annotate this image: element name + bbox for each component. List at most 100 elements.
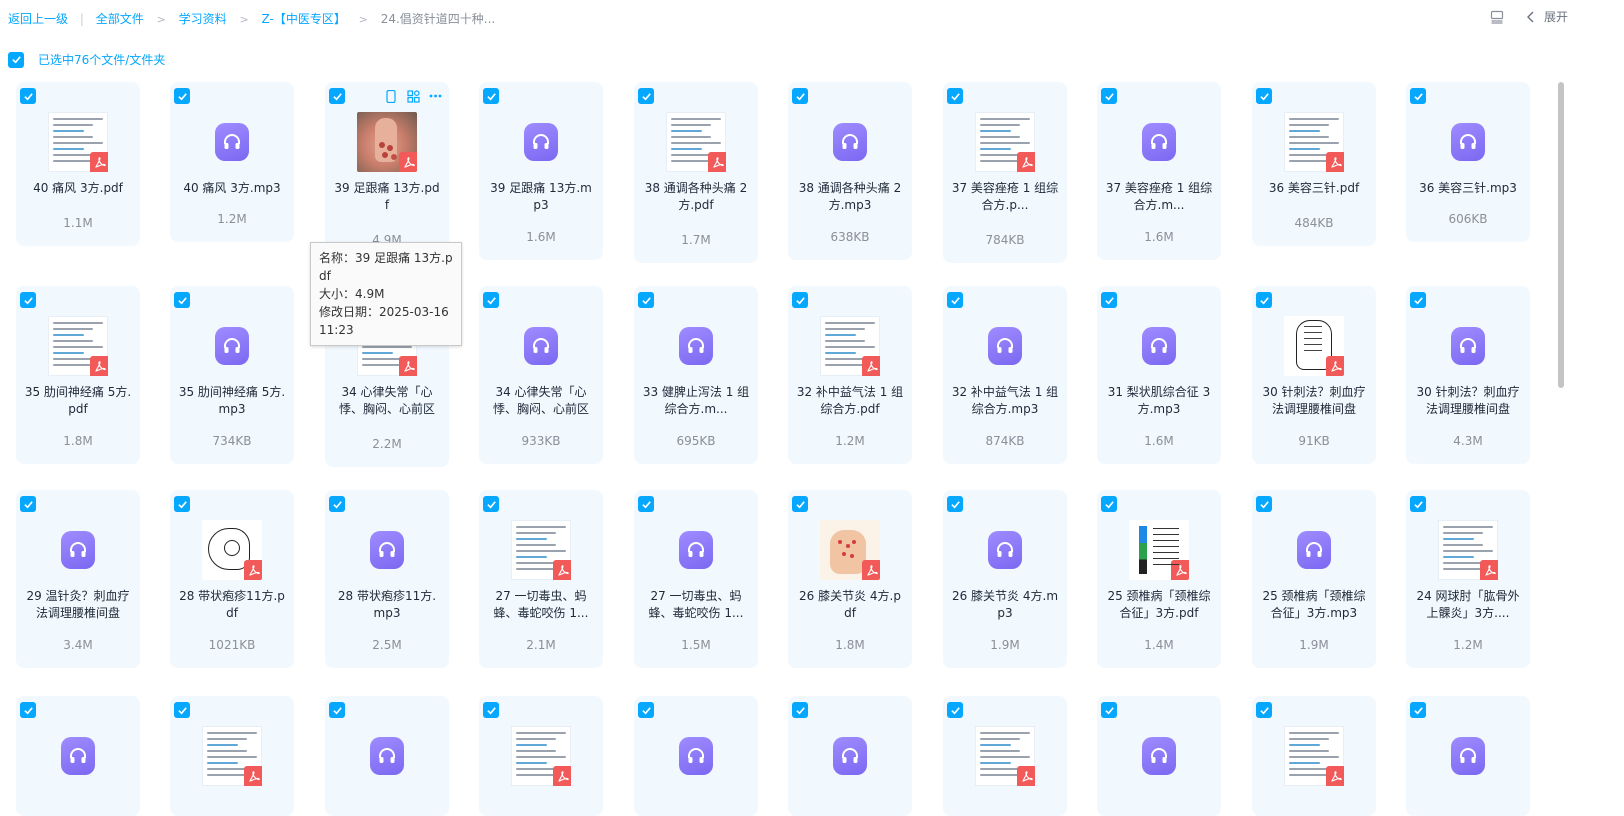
file-card[interactable]: 26 膝关节炎 4方.mp3 1.9M [943,490,1067,668]
file-checkbox[interactable] [174,292,190,308]
file-checkbox[interactable] [792,292,808,308]
file-checkbox[interactable] [483,496,499,512]
file-checkbox[interactable] [174,496,190,512]
file-checkbox[interactable] [174,88,190,104]
file-checkbox[interactable] [638,702,654,718]
file-size: 91KB [1298,434,1330,448]
file-card[interactable] [16,696,140,816]
file-card[interactable]: 37 美容痤疮 1 组综合方.p... 784KB [943,82,1067,263]
file-card[interactable]: 30 针刺法？刺血疗法调理腰椎间盘 91KB [1252,286,1376,464]
file-checkbox[interactable] [947,496,963,512]
file-checkbox[interactable] [1256,292,1272,308]
file-checkbox[interactable] [20,292,36,308]
file-checkbox[interactable] [20,702,36,718]
file-checkbox[interactable] [483,702,499,718]
more-icon[interactable] [427,88,443,104]
file-card[interactable]: 27 一切毒虫、蚂蜂、毒蛇咬伤 1... 2.1M [479,490,603,668]
file-card[interactable] [170,696,294,816]
file-card[interactable]: 36 美容三针.mp3 606KB [1406,82,1530,242]
phone-icon[interactable] [383,88,399,104]
file-checkbox[interactable] [1256,88,1272,104]
file-card[interactable]: 39 足跟痛 13方.pdf 4.9M [325,82,449,263]
file-checkbox[interactable] [1256,702,1272,718]
file-size: 784KB [985,233,1025,247]
file-checkbox[interactable] [792,702,808,718]
file-card[interactable]: 33 健脾止泻法 1 组综合方.m... 695KB [634,286,758,464]
file-card[interactable]: 24 网球肘「肱骨外上髁炎」3方.... 1.2M [1406,490,1530,668]
file-size: 1.2M [835,434,865,448]
file-name: 34 心律失常「心悸、胸闷、心前区 [492,385,589,416]
file-card[interactable]: 32 补中益气法 1 组综合方.pdf 1.2M [788,286,912,464]
file-card[interactable]: 26 膝关节炎 4方.pdf 1.8M [788,490,912,668]
file-card[interactable]: 35 肋间神经痛 5方.mp3 734KB [170,286,294,464]
file-card[interactable] [788,696,912,816]
file-checkbox[interactable] [483,88,499,104]
file-size: 1.6M [1144,230,1174,244]
file-checkbox[interactable] [1256,496,1272,512]
file-checkbox[interactable] [20,88,36,104]
pdf-icon [244,766,262,786]
file-card[interactable]: 35 肋间神经痛 5方.pdf 1.8M [16,286,140,464]
file-checkbox[interactable] [329,702,345,718]
file-checkbox[interactable] [174,702,190,718]
file-checkbox[interactable] [792,496,808,512]
file-card[interactable]: 37 美容痤疮 1 组综合方.m... 1.6M [1097,82,1221,260]
file-checkbox[interactable] [329,496,345,512]
scrollbar[interactable] [1558,82,1564,388]
file-card[interactable]: 40 痛风 3方.pdf 1.1M [16,82,140,246]
file-card[interactable]: 30 针刺法？刺血疗法调理腰椎间盘 4.3M [1406,286,1530,464]
headphones-icon [1142,123,1176,161]
file-checkbox[interactable] [329,88,345,104]
audio-file-icon [666,726,726,786]
file-card[interactable] [1406,696,1530,816]
file-checkbox[interactable] [947,292,963,308]
headphones-icon [370,531,404,569]
file-card[interactable]: 36 美容三针.pdf 484KB [1252,82,1376,246]
file-checkbox[interactable] [1410,88,1426,104]
file-checkbox[interactable] [1410,702,1426,718]
file-checkbox[interactable] [947,88,963,104]
file-checkbox[interactable] [20,496,36,512]
file-checkbox[interactable] [483,292,499,308]
file-card[interactable] [325,696,449,816]
pdf-thumbnail [48,112,108,172]
file-checkbox[interactable] [1410,496,1426,512]
file-card[interactable]: 25 颈椎病「颈椎综合征」3方.pdf 1.4M [1097,490,1221,668]
file-card[interactable]: 38 通调各种头痛 2方.pdf 1.7M [634,82,758,263]
file-card[interactable] [1252,696,1376,816]
file-card[interactable] [1097,696,1221,816]
pdf-icon [1326,356,1344,376]
file-card[interactable]: 38 通调各种头痛 2方.mp3 638KB [788,82,912,260]
audio-file-icon [666,316,726,376]
file-card[interactable] [479,696,603,816]
file-card[interactable]: 27 一切毒虫、蚂蜂、毒蛇咬伤 1... 1.5M [634,490,758,668]
file-checkbox[interactable] [638,292,654,308]
file-card[interactable]: 28 带状疱疹11方.mp3 2.5M [325,490,449,668]
file-card[interactable]: 28 带状疱疹11方.pdf 1021KB [170,490,294,668]
file-card[interactable]: 31 梨状肌综合征 3方.mp3 1.6M [1097,286,1221,464]
file-checkbox[interactable] [1101,88,1117,104]
file-card[interactable] [943,696,1067,816]
file-checkbox[interactable] [638,88,654,104]
file-checkbox[interactable] [1101,292,1117,308]
pdf-icon [1017,766,1035,786]
file-checkbox[interactable] [1101,496,1117,512]
file-card[interactable]: 32 补中益气法 1 组综合方.mp3 874KB [943,286,1067,464]
file-checkbox[interactable] [638,496,654,512]
pdf-thumbnail [820,520,880,580]
file-card[interactable]: 40 痛风 3方.mp3 1.2M [170,82,294,242]
file-card[interactable]: 39 足跟痛 13方.mp3 1.6M [479,82,603,260]
file-card[interactable]: 25 颈椎病「颈椎综合征」3方.mp3 1.9M [1252,490,1376,668]
file-checkbox[interactable] [1410,292,1426,308]
file-size: 1.2M [1453,638,1483,652]
file-name: 36 美容三针.mp3 [1419,181,1517,195]
file-card[interactable]: 29 温针灸？刺血疗法调理腰椎间盘 3.4M [16,490,140,668]
share-icon[interactable] [405,88,421,104]
file-size: 2.1M [526,638,556,652]
file-checkbox[interactable] [1101,702,1117,718]
file-card[interactable]: 34 心律失常「心悸、胸闷、心前区 933KB [479,286,603,464]
file-card[interactable] [634,696,758,816]
file-checkbox[interactable] [792,88,808,104]
file-checkbox[interactable] [947,702,963,718]
headphones-icon [833,737,867,775]
